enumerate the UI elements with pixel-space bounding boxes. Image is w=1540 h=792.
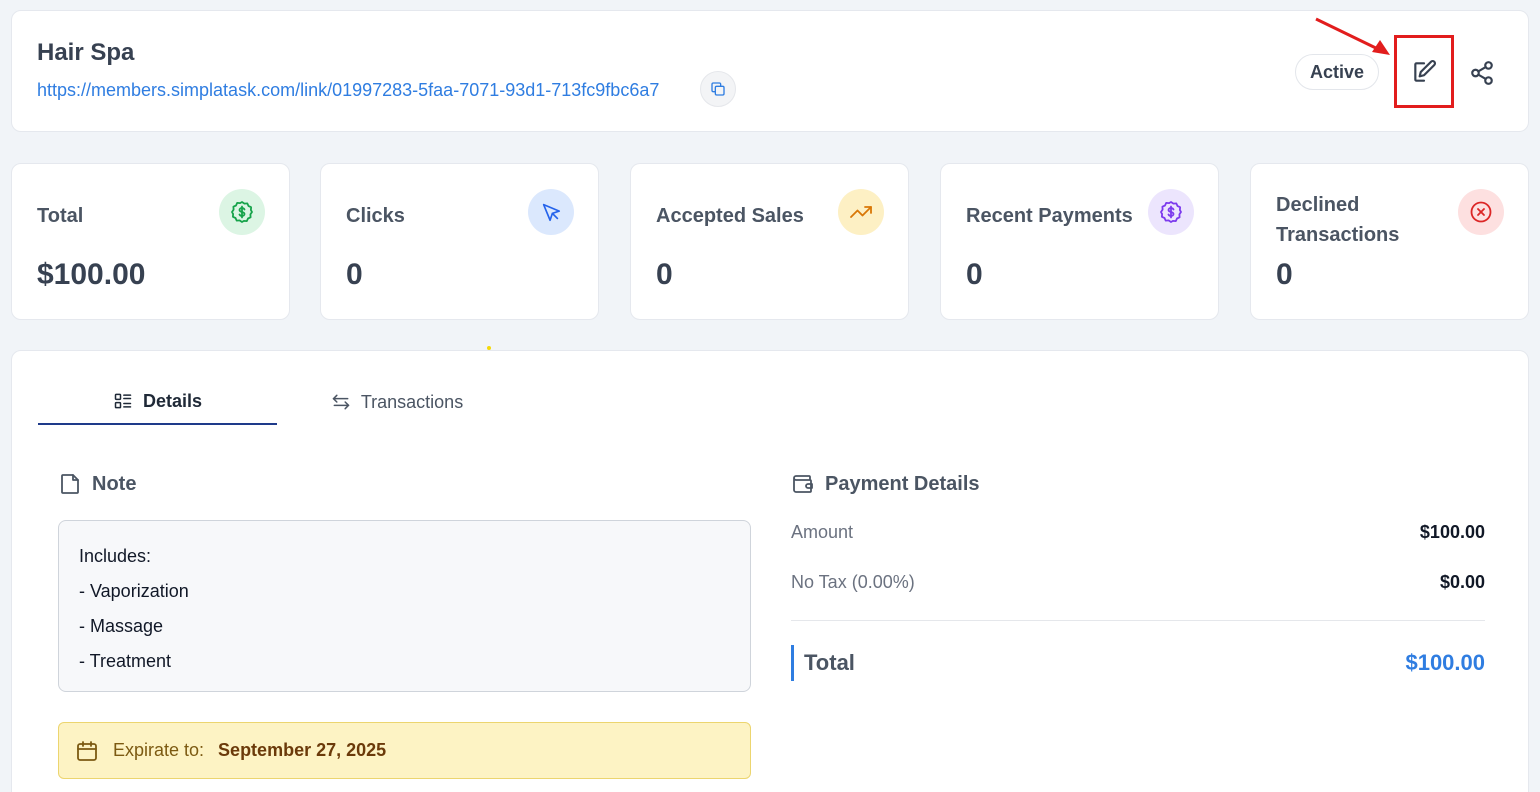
stat-icon-wrap	[219, 189, 265, 235]
list-details-icon	[114, 393, 132, 409]
x-circle-icon	[1470, 201, 1492, 223]
edit-icon	[1414, 59, 1436, 82]
payment-section-title: Payment Details	[791, 472, 980, 496]
stat-icon-wrap	[528, 189, 574, 235]
note-line: - Massage	[79, 616, 164, 636]
stat-label: Recent Payments	[966, 205, 1133, 227]
note-line: Includes:	[79, 546, 152, 566]
note-icon	[61, 474, 79, 494]
dollar-badge-icon	[1160, 201, 1182, 223]
copy-icon	[711, 82, 725, 96]
tab-details[interactable]: Details	[38, 379, 277, 425]
stat-label: Clicks	[346, 205, 405, 227]
stat-card-recent-payments: Recent Payments 0	[940, 163, 1219, 320]
dollar-badge-icon	[231, 201, 253, 223]
expiration-banner: Expirate to: September 27, 2025	[58, 722, 751, 779]
wallet-icon	[793, 475, 813, 493]
stat-card-total: Total $100.00	[11, 163, 290, 320]
stat-label-line: Declined	[1276, 194, 1360, 216]
edit-button[interactable]	[1394, 35, 1454, 108]
calendar-icon	[77, 740, 97, 761]
amount-label: Amount	[791, 522, 854, 542]
copy-link-button[interactable]	[700, 71, 736, 107]
note-box: Includes: - Vaporization - Massage - Tre…	[58, 520, 751, 692]
page-title: Hair Spa	[37, 39, 135, 66]
stat-label: Accepted Sales	[656, 205, 804, 227]
note-line: - Treatment	[79, 651, 172, 671]
stat-icon-wrap	[838, 189, 884, 235]
note-line: - Vaporization	[79, 581, 189, 601]
expiration-date: September 27, 2025	[218, 740, 387, 760]
note-section-title: Note	[58, 472, 136, 496]
stat-icon-wrap	[1458, 189, 1504, 235]
share-icon	[1471, 61, 1493, 85]
tab-label: Details	[142, 390, 203, 411]
stat-value: 0	[1276, 258, 1293, 291]
expiration-label: Expirate to:	[113, 740, 205, 760]
stat-icon-wrap	[1148, 189, 1194, 235]
stat-value: $100.00	[37, 258, 146, 291]
amount-row: Amount $100.00	[791, 522, 1485, 543]
stat-value: 0	[656, 258, 673, 291]
payment-link[interactable]: https://members.simplatask.com/link/0199…	[37, 80, 659, 101]
total-value: $100.00	[1405, 650, 1485, 675]
tax-label: No Tax (0.00%)	[791, 572, 915, 592]
tax-value: $0.00	[1439, 572, 1485, 592]
stat-label: Total	[37, 205, 84, 227]
stat-label: Declined Transactions	[1276, 190, 1399, 250]
total-row: Total $100.00	[791, 645, 1485, 681]
details-card: Details Transactions Note Includes: - Va…	[11, 350, 1529, 792]
total-label: Total	[804, 650, 855, 675]
stat-card-declined-transactions: Declined Transactions 0	[1250, 163, 1529, 320]
tab-transactions[interactable]: Transactions	[297, 379, 497, 425]
annotation-arrow	[1315, 17, 1390, 55]
stat-card-clicks: Clicks 0	[320, 163, 599, 320]
stat-value: 0	[346, 258, 363, 291]
stat-label-line: Transactions	[1276, 224, 1400, 246]
note-title: Note	[92, 472, 137, 495]
stat-value: 0	[966, 258, 983, 291]
divider	[791, 620, 1485, 621]
payment-title: Payment Details	[825, 472, 980, 495]
tab-label: Transactions	[360, 391, 464, 412]
tax-row: No Tax (0.00%) $0.00	[791, 572, 1485, 593]
trending-up-icon	[850, 206, 872, 218]
share-button[interactable]	[1464, 55, 1500, 91]
amount-value: $100.00	[1419, 522, 1485, 542]
stat-card-accepted-sales: Accepted Sales 0	[630, 163, 909, 320]
swap-arrows-icon	[332, 394, 350, 410]
cursor-icon	[542, 203, 561, 222]
